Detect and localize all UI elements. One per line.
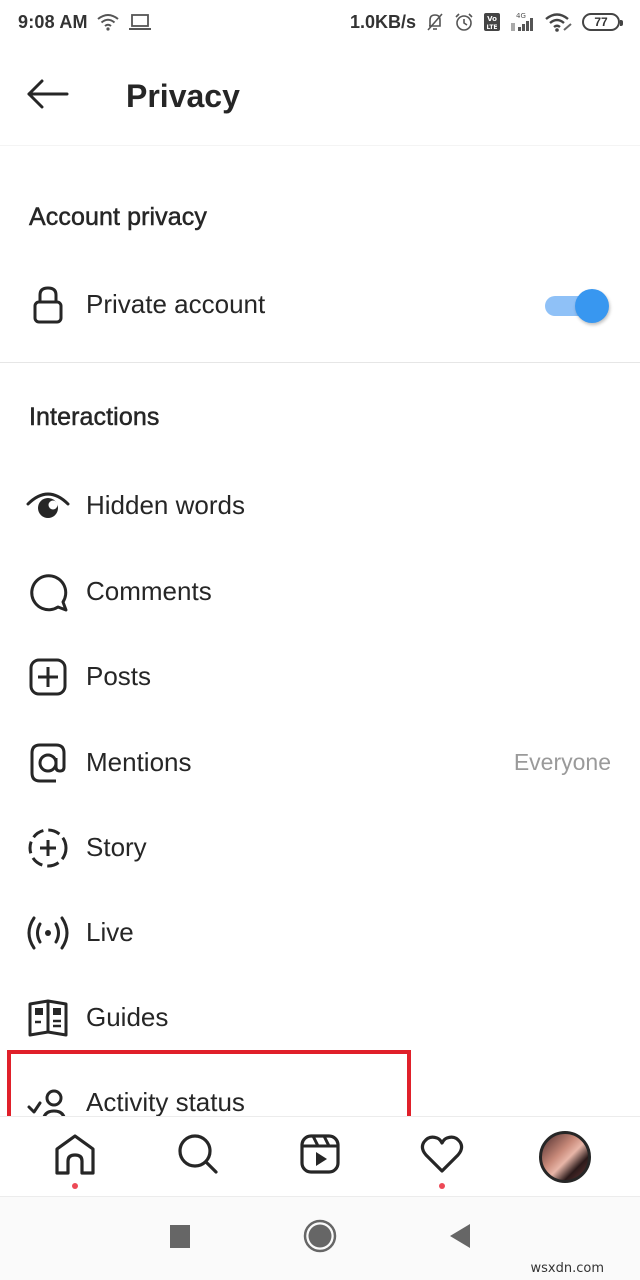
svg-text:LTE: LTE	[486, 24, 497, 31]
heart-icon	[420, 1134, 464, 1179]
status-time: 9:08 AM	[18, 11, 88, 32]
home-icon	[53, 1133, 97, 1180]
row-activity-status[interactable]: Activity status	[0, 1061, 640, 1117]
home-circle-icon	[303, 1219, 337, 1258]
story-add-icon	[26, 826, 70, 870]
bell-muted-icon	[425, 12, 445, 32]
recents-button[interactable]	[160, 1219, 200, 1259]
network-speed: 1.0KB/s	[349, 11, 416, 32]
svg-text:Vo: Vo	[487, 15, 497, 23]
system-nav: wsxdn.com	[0, 1196, 640, 1280]
row-live[interactable]: Live	[0, 890, 640, 975]
mentions-value: Everyone	[513, 749, 611, 775]
row-hidden-words[interactable]: Hidden words	[0, 463, 640, 548]
nav-home[interactable]	[35, 1119, 115, 1195]
private-account-toggle[interactable]	[543, 285, 609, 325]
avatar	[538, 1130, 591, 1183]
wifi-link-icon	[545, 12, 573, 32]
back-button[interactable]	[0, 48, 98, 146]
status-bar: 9:08 AM 1.0KB/s Vo LTE 4G 77	[0, 0, 640, 44]
row-label: Private account	[86, 289, 266, 319]
watermark: wsxdn.com	[530, 1261, 605, 1276]
row-label: Mentions	[86, 747, 192, 777]
row-label: Hidden words	[86, 490, 245, 520]
live-broadcast-icon	[26, 911, 70, 955]
toggle-thumb	[575, 288, 609, 323]
row-private-account[interactable]: Private account	[0, 262, 640, 347]
plus-square-icon	[26, 655, 70, 699]
recents-square-icon	[169, 1223, 191, 1254]
section-title-account-privacy: Account privacy	[29, 203, 207, 232]
row-mentions[interactable]: Mentions Everyone	[0, 720, 640, 805]
section-title-interactions: Interactions	[29, 403, 160, 432]
notification-dot	[439, 1182, 446, 1189]
volte-icon: Vo LTE	[483, 12, 501, 32]
search-icon	[176, 1132, 220, 1181]
nav-search[interactable]	[158, 1119, 238, 1195]
row-comments[interactable]: Comments	[0, 549, 640, 634]
comment-icon	[26, 570, 70, 614]
laptop-icon	[128, 13, 152, 31]
battery-icon: 77	[582, 13, 623, 31]
activity-status-icon	[26, 1083, 70, 1117]
row-label: Live	[86, 917, 134, 947]
row-story[interactable]: Story	[0, 805, 640, 890]
row-label: Story	[86, 832, 147, 862]
svg-text:4G: 4G	[516, 12, 526, 20]
nav-reels[interactable]	[280, 1119, 360, 1195]
row-label: Comments	[86, 576, 212, 606]
row-guides[interactable]: Guides	[0, 975, 640, 1060]
alarm-icon	[454, 12, 474, 32]
guide-book-icon	[26, 996, 70, 1040]
row-label: Activity status	[86, 1087, 245, 1117]
row-label: Guides	[86, 1002, 169, 1032]
lock-icon	[26, 283, 70, 327]
wifi-icon	[97, 13, 119, 31]
nav-profile[interactable]	[525, 1119, 605, 1195]
page-title: Privacy	[126, 78, 240, 114]
system-back-button[interactable]	[440, 1219, 480, 1259]
notification-dot	[72, 1182, 79, 1189]
back-triangle-icon	[448, 1222, 472, 1255]
signal-4g-icon: 4G	[510, 11, 536, 33]
header: Privacy	[0, 48, 640, 146]
divider	[0, 362, 640, 363]
row-posts[interactable]: Posts	[0, 634, 640, 719]
row-label: Posts	[86, 661, 152, 691]
arrow-left-icon	[26, 79, 70, 114]
reels-icon	[299, 1133, 341, 1180]
eye-icon	[26, 484, 70, 528]
system-home-button[interactable]	[300, 1219, 340, 1259]
bottom-nav	[0, 1116, 640, 1196]
nav-activity[interactable]	[402, 1119, 482, 1195]
at-sign-icon	[26, 741, 70, 785]
